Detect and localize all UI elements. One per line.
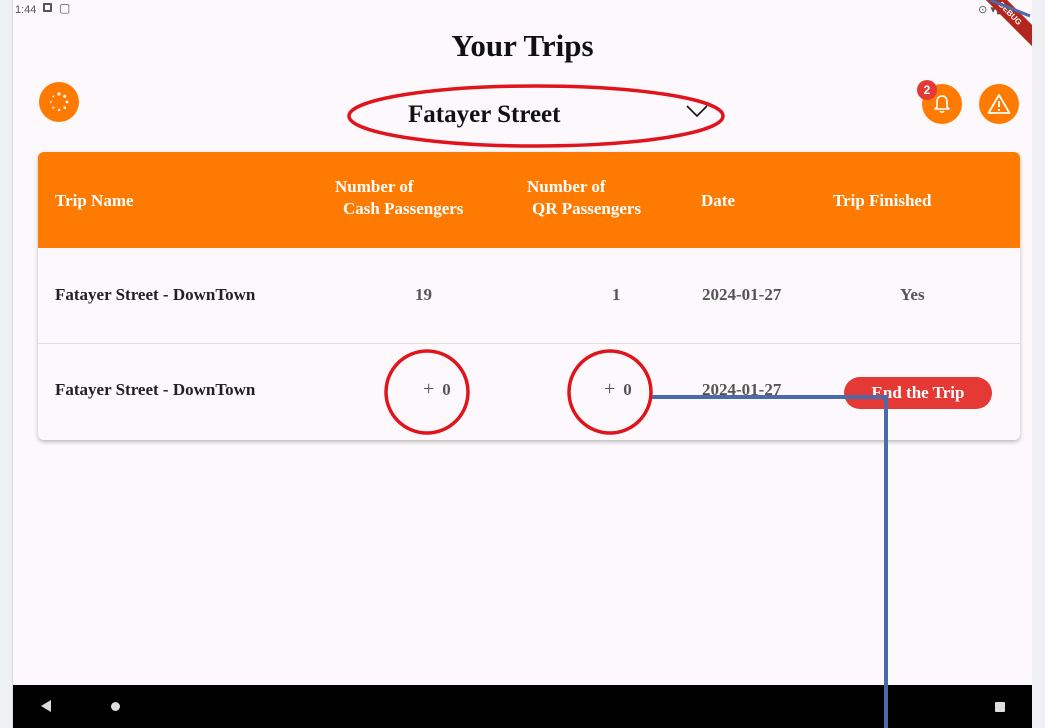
cash-passengers-stepper[interactable]: + 0 bbox=[423, 378, 451, 401]
cell-cash-count: 19 bbox=[415, 285, 432, 304]
notification-icon bbox=[43, 3, 52, 12]
table-header: Trip Name Number of Cash Passengers Numb… bbox=[38, 152, 1020, 248]
report-issue-button[interactable] bbox=[979, 84, 1019, 124]
notification-badge: 2 bbox=[917, 80, 937, 100]
cell-trip-finished: Yes bbox=[900, 285, 925, 304]
app-screen: 1:44 ▢ ⊙ ▾▮ DEBUG Your Trips 2 Fatayer S… bbox=[12, 0, 1032, 728]
cell-trip-name: Fatayer Street - DownTown bbox=[55, 285, 256, 304]
trips-table: Trip Name Number of Cash Passengers Numb… bbox=[38, 152, 1020, 440]
header-qr-passengers: Number of QR Passengers bbox=[527, 176, 641, 220]
chevron-down-icon bbox=[686, 105, 708, 118]
status-time: 1:44 bbox=[15, 4, 37, 16]
android-nav-bar bbox=[13, 685, 1032, 728]
route-dropdown-value: Fatayer Street bbox=[408, 101, 561, 128]
nav-back-icon[interactable] bbox=[40, 699, 52, 713]
cell-trip-name: Fatayer Street - DownTown bbox=[55, 380, 256, 399]
table-row: Fatayer Street - DownTown + 0 + 0 2024-0… bbox=[38, 345, 1020, 440]
qr-increment-button[interactable]: + bbox=[604, 378, 615, 401]
notifications-button[interactable]: 2 bbox=[917, 80, 962, 124]
header-qr-line1: Number of bbox=[527, 177, 606, 196]
nav-recent-icon[interactable] bbox=[995, 702, 1005, 712]
cell-qr-count: 1 bbox=[612, 285, 621, 304]
page-title: Your Trips bbox=[451, 28, 594, 63]
header-cash-line2: Cash Passengers bbox=[343, 199, 464, 218]
device-frame: 1:44 ▢ ⊙ ▾▮ DEBUG Your Trips 2 Fatayer S… bbox=[0, 0, 1045, 728]
cash-increment-button[interactable]: + bbox=[423, 378, 434, 401]
warning-icon bbox=[987, 94, 1011, 114]
header-date: Date bbox=[701, 191, 735, 210]
loading-button[interactable] bbox=[39, 82, 79, 122]
cell-date: 2024-01-27 bbox=[702, 380, 782, 399]
sim-icon: ▢ bbox=[59, 1, 71, 15]
qr-passengers-stepper[interactable]: + 0 bbox=[604, 378, 632, 401]
cell-date: 2024-01-27 bbox=[702, 285, 782, 304]
cash-count-value: 0 bbox=[442, 379, 451, 399]
route-dropdown[interactable]: Fatayer Street bbox=[363, 95, 713, 139]
bell-icon bbox=[934, 95, 950, 114]
qr-count-value: 0 bbox=[623, 379, 632, 399]
header-trip-finished: Trip Finished bbox=[833, 191, 932, 210]
header-cash-passengers: Number of Cash Passengers bbox=[335, 176, 463, 220]
header-qr-line2: QR Passengers bbox=[532, 199, 642, 218]
nav-home-icon[interactable] bbox=[111, 702, 120, 711]
end-trip-button[interactable]: End the Trip bbox=[844, 377, 992, 409]
loading-icon bbox=[50, 92, 69, 112]
table-row: Fatayer Street - DownTown 19 1 2024-01-2… bbox=[38, 248, 1020, 344]
header-cash-line1: Number of bbox=[335, 177, 414, 196]
header-trip-name: Trip Name bbox=[55, 191, 134, 210]
status-bar: 1:44 ▢ ⊙ ▾▮ bbox=[13, 0, 1032, 22]
